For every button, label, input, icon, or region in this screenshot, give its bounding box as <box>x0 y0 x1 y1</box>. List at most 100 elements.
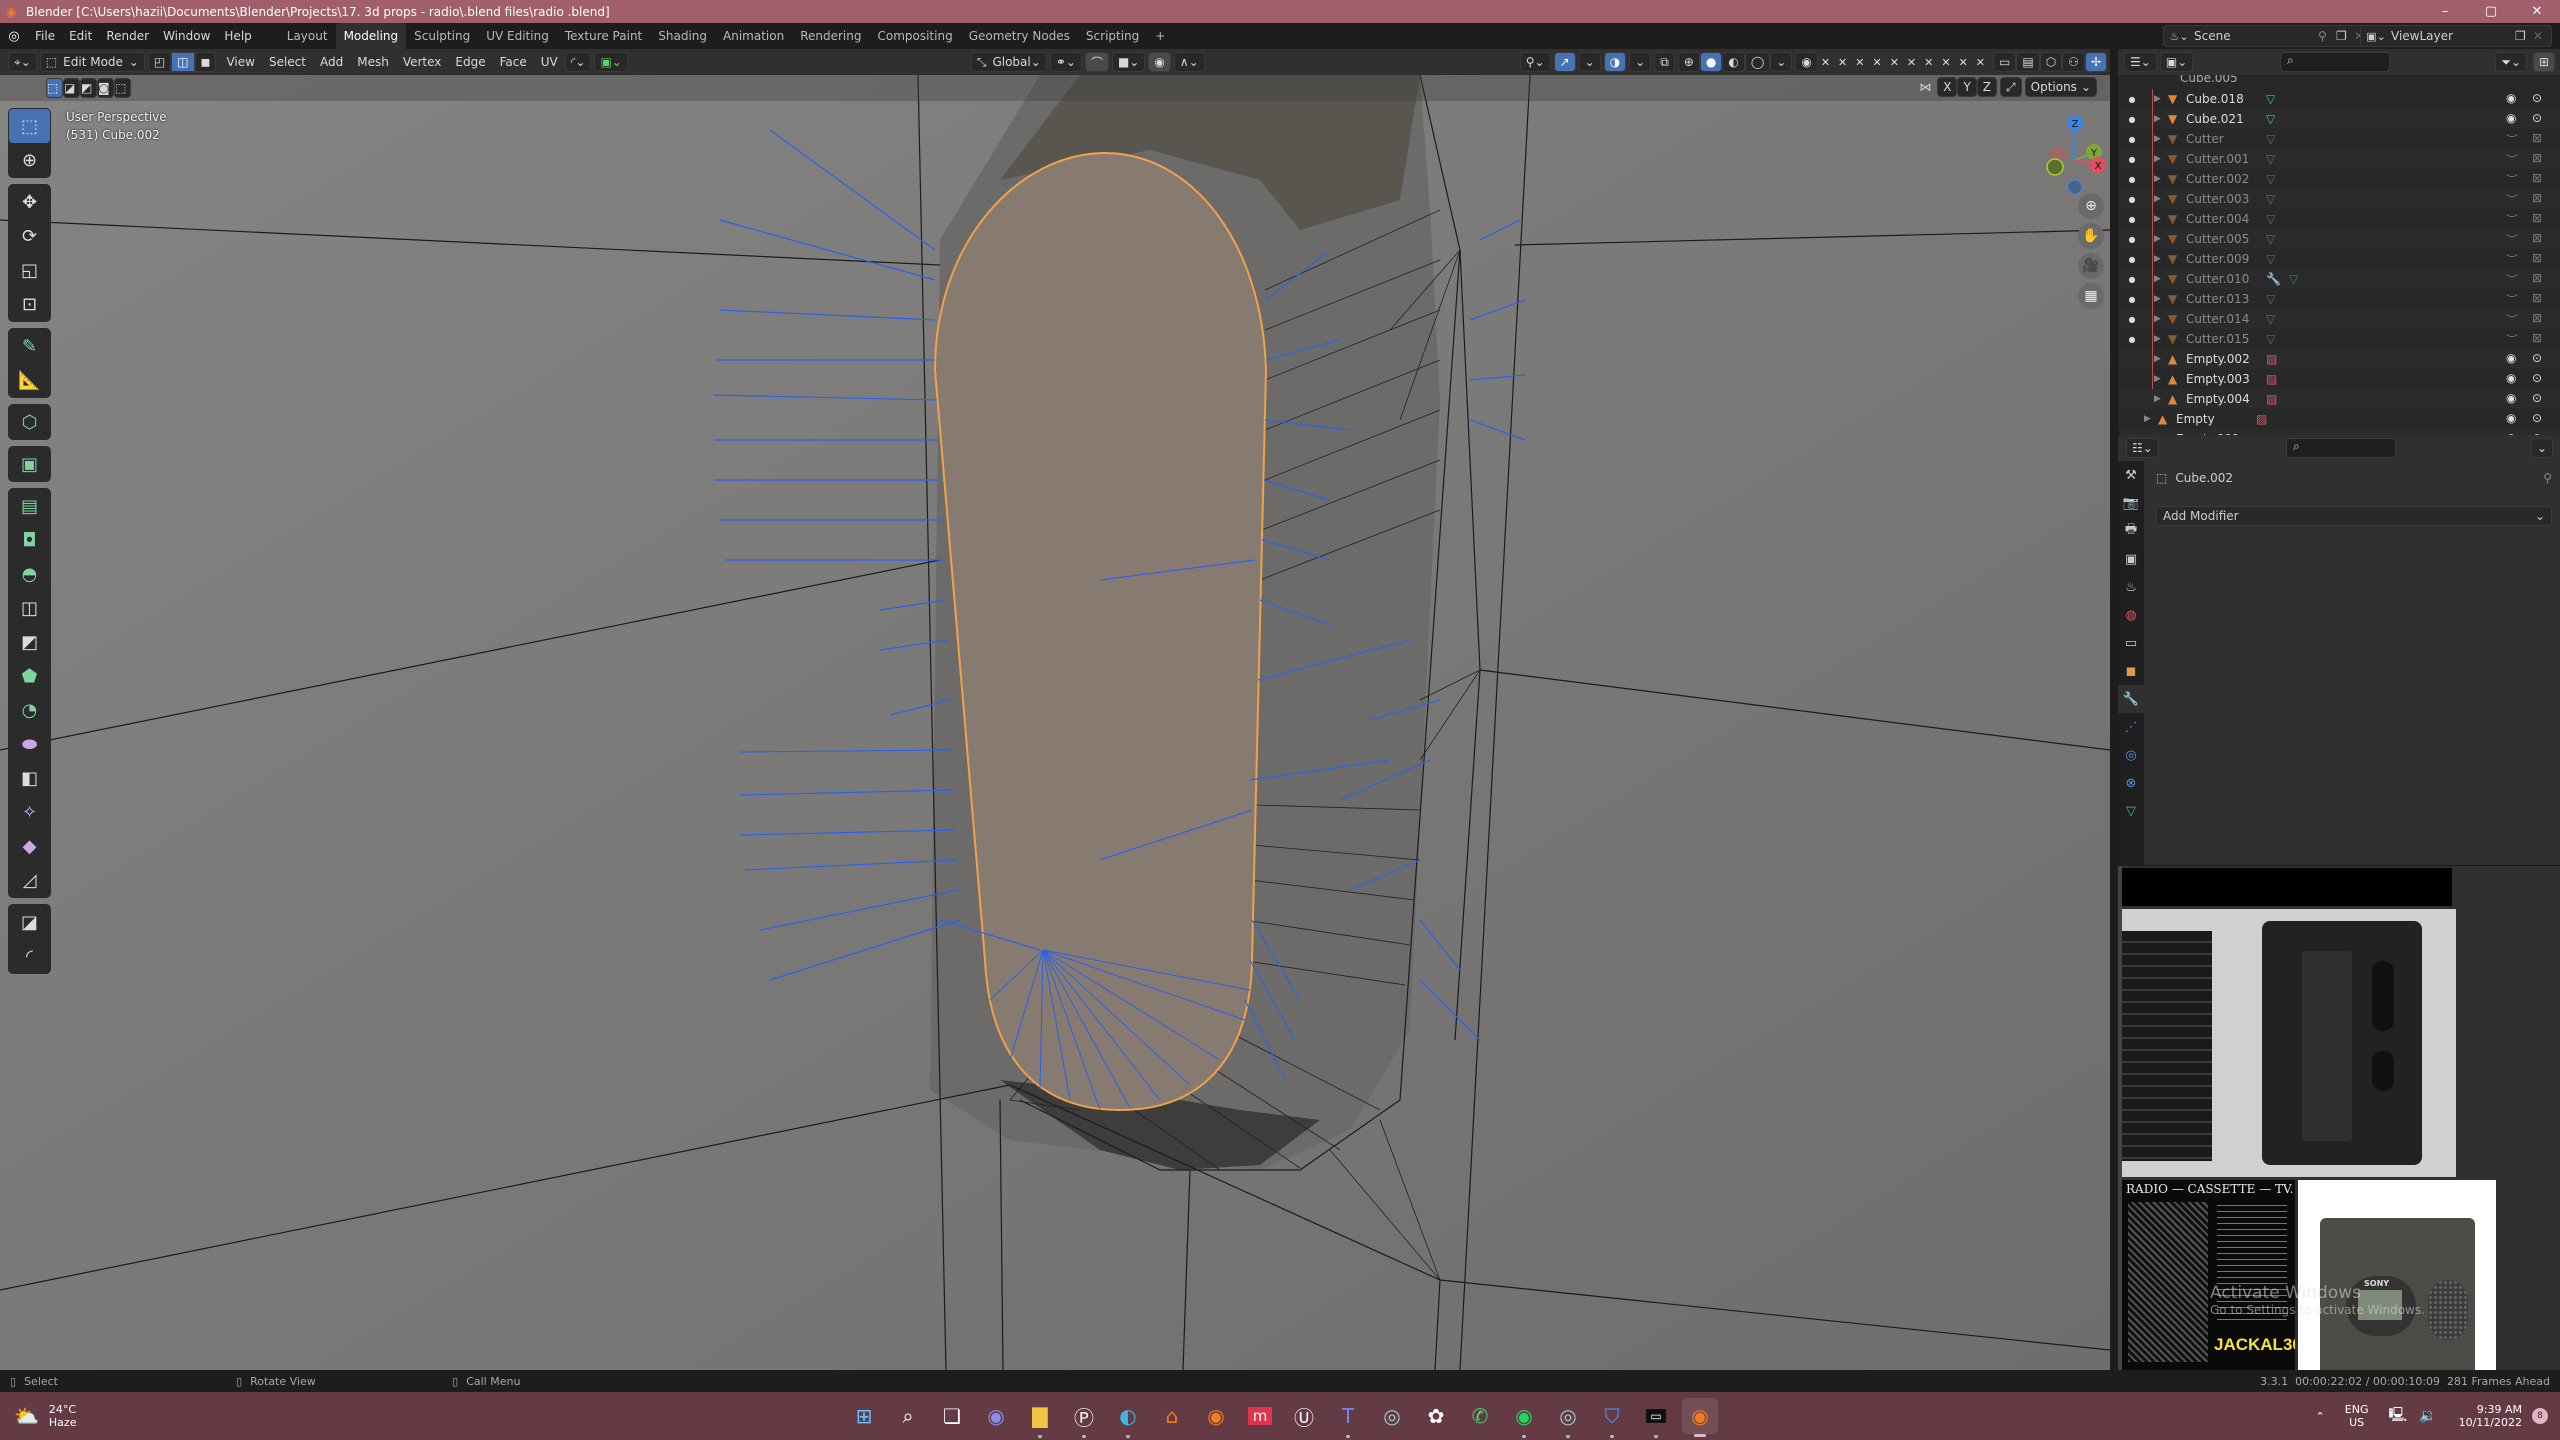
add-cube-tool[interactable]: ⬡ <box>9 405 50 439</box>
view-layer-selector[interactable]: ▣⌄ ViewLayer ❐ ✕ <box>2360 25 2552 47</box>
tab-sculpting[interactable]: Sculpting <box>406 23 478 49</box>
render-disabled-icon[interactable]: ⊠ <box>2532 151 2542 168</box>
camera-view-toggle[interactable]: 🎥 <box>2078 253 2104 279</box>
snap-target-dropdown[interactable]: ■⌄ <box>1111 52 1146 72</box>
display-mode-dropdown[interactable]: ▣⌄ <box>2159 52 2194 72</box>
outliner-editor-type[interactable]: ☰⌄ <box>2124 52 2157 72</box>
steam-app-2[interactable]: ◎ <box>1550 1398 1586 1438</box>
eye-closed-icon[interactable]: ︶ <box>2506 151 2518 168</box>
tab-constraints[interactable]: ⊗ <box>2118 769 2144 797</box>
tab-collection[interactable]: ▭ <box>2118 629 2144 657</box>
object-name[interactable]: Cutter.001 <box>2186 152 2266 166</box>
orientation-dropdown[interactable]: ⤡ Global ⌄ <box>970 52 1047 72</box>
add-modifier-dropdown[interactable]: Add Modifier ⌄ <box>2156 506 2552 526</box>
editor-type-button[interactable]: ⌖⌄ <box>8 52 37 72</box>
tab-object[interactable]: ◼ <box>2118 657 2144 685</box>
outliner-row[interactable]: ● ▶ ▼ Cutter.013 ▽ ︶ ⊠ <box>2120 289 2560 309</box>
expand-arrow-icon[interactable]: ▶ <box>2154 354 2168 364</box>
eye-closed-icon[interactable]: ︶ <box>2506 271 2518 288</box>
properties-options-dropdown[interactable]: ⌄ <box>2530 438 2553 458</box>
window-view-button[interactable]: ▤ <box>2016 52 2040 72</box>
3d-viewport[interactable] <box>0 75 2110 1370</box>
cursor-tool[interactable]: ⊕ <box>9 143 50 177</box>
menu-vertex[interactable]: Vertex <box>396 55 449 69</box>
edge-select-button[interactable]: ◫ <box>171 52 195 72</box>
transform-tool[interactable]: ⊡ <box>9 287 50 321</box>
vertex-select-button[interactable]: ◰ <box>147 52 172 72</box>
outliner-row[interactable]: ▶ ▲ Empty.003 ▨ ◉ ⊙ <box>2120 369 2560 389</box>
outliner-partial-row[interactable]: Cube.005 <box>2118 75 2560 89</box>
davinci-app[interactable]: ✿ <box>1418 1398 1454 1434</box>
shrink-fatten-tool[interactable]: ✧ <box>9 795 50 829</box>
task-view-button[interactable]: ❏ <box>934 1398 970 1434</box>
tab-rendering[interactable]: Rendering <box>792 23 869 49</box>
edge-crease-dropdown[interactable]: ◜⌄ <box>564 52 592 72</box>
outliner-row[interactable]: ● ▶ ▼ Cutter.003 ▽ ︶ ⊠ <box>2120 189 2560 209</box>
menu-help[interactable]: Help <box>217 23 258 49</box>
inset-faces-tool[interactable]: ◘ <box>9 523 50 557</box>
object-name[interactable]: Empty <box>2176 412 2256 426</box>
box-tool[interactable]: ◪ <box>9 905 50 939</box>
tab-tool[interactable]: ⚒ <box>2118 461 2144 489</box>
select-mode-intersect-button[interactable]: ⬚ <box>114 78 131 98</box>
new-view-layer-icon[interactable]: ❐ <box>2515 29 2533 43</box>
eye-icon[interactable]: ◉ <box>2506 411 2516 425</box>
sidebar-toggle[interactable]: ✢ <box>2084 52 2107 72</box>
render-disabled-icon[interactable]: ⊠ <box>2532 231 2542 248</box>
selectability-dropdown[interactable]: ⚲⌄ <box>1519 52 1551 72</box>
zoom-view-button[interactable]: ⊕ <box>2078 193 2104 219</box>
bevel-tool[interactable]: ◓ <box>9 557 50 591</box>
tab-uv-editing[interactable]: UV Editing <box>478 23 557 49</box>
shear-tool[interactable]: ◆ <box>9 829 50 863</box>
loop-cut-tool[interactable]: ◫ <box>9 591 50 625</box>
shading-dropdown[interactable]: ⌄ <box>1770 52 1793 72</box>
select-mode-invert-button[interactable]: ◙ <box>97 78 114 98</box>
mode-dropdown[interactable]: ⬚ Edit Mode ⌄ <box>39 52 145 72</box>
properties-search-input[interactable]: ⌕ <box>2286 438 2396 458</box>
mirror-icon[interactable]: ⋈ <box>1919 80 1931 94</box>
eye-closed-icon[interactable]: ︶ <box>2506 311 2518 328</box>
tab-physics[interactable]: ◎ <box>2118 741 2144 769</box>
expand-arrow-icon[interactable]: ▶ <box>2154 234 2168 244</box>
tab-modifiers[interactable]: 🔧 <box>2118 685 2144 713</box>
tray-overflow-icon[interactable]: ⌃ <box>2316 1410 2325 1423</box>
outliner-search-input[interactable]: ⌕ <box>2280 52 2390 72</box>
render-camera-icon[interactable]: ⊙ <box>2532 111 2542 125</box>
close-button[interactable]: ✕ <box>2514 0 2560 23</box>
extrude-tool[interactable]: ▣ <box>9 447 50 481</box>
outliner-row[interactable]: ▶ ▲ Empty ▨ ◉ ⊙ <box>2120 409 2560 429</box>
weather-widget[interactable]: ⛅ 24°C Haze <box>14 1403 76 1429</box>
tab-view-layer[interactable]: ▣ <box>2118 545 2144 573</box>
tab-shading[interactable]: Shading <box>650 23 715 49</box>
tab-data[interactable]: ▽ <box>2118 797 2144 825</box>
expand-arrow-icon[interactable]: ▶ <box>2154 214 2168 224</box>
expand-arrow-icon[interactable]: ▶ <box>2154 374 2168 384</box>
expand-arrow-icon[interactable]: ▶ <box>2154 194 2168 204</box>
menu-edit[interactable]: Edit <box>62 23 99 49</box>
eye-icon[interactable]: ◉ <box>2506 391 2516 405</box>
defender-app[interactable]: ⛉ <box>1594 1398 1630 1438</box>
tab-world[interactable]: ◍ <box>2118 601 2144 629</box>
render-disabled-icon[interactable]: ⊠ <box>2532 311 2542 328</box>
object-name[interactable]: Cutter <box>2186 132 2266 146</box>
filter-dropdown[interactable]: ⏷⌄ <box>2495 52 2527 72</box>
mirror-y-toggle[interactable]: Y <box>1957 77 1977 97</box>
proportional-edit-toggle[interactable]: ◉ <box>1148 52 1171 72</box>
menu-window[interactable]: Window <box>156 23 217 49</box>
eye-icon[interactable]: ◉ <box>2506 371 2516 385</box>
menu-render[interactable]: Render <box>99 23 156 49</box>
edge-crease-tool[interactable]: ◜ <box>9 939 50 973</box>
render-disabled-icon[interactable]: ⊠ <box>2532 331 2542 348</box>
maximize-button[interactable]: ▢ <box>2468 0 2514 23</box>
camera-icon-button[interactable]: ⚇ <box>2062 52 2085 72</box>
rotate-tool[interactable]: ⟳ <box>9 219 50 253</box>
mirror-x-toggle[interactable]: X <box>1937 77 1958 97</box>
menu-file[interactable]: File <box>28 23 62 49</box>
object-name[interactable]: Cutter.003 <box>2186 192 2266 206</box>
measure-tool[interactable]: 📐 <box>9 363 50 397</box>
tab-layout[interactable]: Layout <box>279 23 336 49</box>
select-mode-new-button[interactable]: ⬚ <box>46 78 63 98</box>
volume-icon[interactable]: 🔉 <box>2419 1408 2436 1424</box>
pin-icon[interactable]: ⚲ <box>2318 29 2336 43</box>
expand-arrow-icon[interactable]: ▶ <box>2154 134 2168 144</box>
